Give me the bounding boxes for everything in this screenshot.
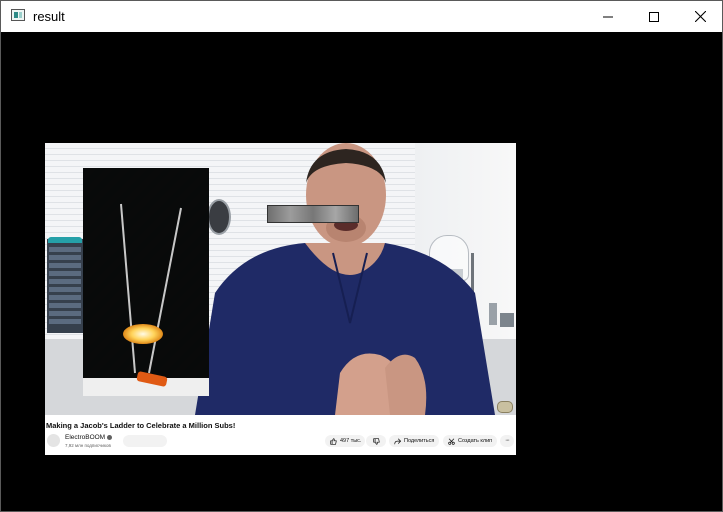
- like-button[interactable]: 497 тыс.: [325, 435, 365, 447]
- video-title: Making a Jacob's Ladder to Celebrate a M…: [46, 421, 236, 430]
- app-icon: [11, 9, 25, 21]
- channel-avatar[interactable]: [47, 434, 60, 447]
- thumbs-up-icon: [330, 437, 337, 445]
- subscribe-button[interactable]: Подписаться: [123, 435, 167, 447]
- more-actions-button[interactable]: ···: [500, 435, 514, 447]
- clip-label: Создать клип: [458, 438, 493, 444]
- window-title: result: [33, 9, 65, 24]
- share-button[interactable]: Поделиться: [389, 435, 439, 447]
- share-icon: [394, 437, 401, 444]
- channel-name[interactable]: ElectroBOOM: [65, 434, 113, 441]
- thumbs-down-icon: [372, 437, 380, 445]
- app-window: result Making a Jacob's Ladder to Celebr…: [0, 0, 723, 512]
- channel-name-text[interactable]: ElectroBOOM: [65, 434, 105, 441]
- minimize-button[interactable]: [585, 1, 631, 32]
- face-blur-bar: [267, 205, 359, 223]
- screenshot-frame: Making a Jacob's Ladder to Celebrate a M…: [45, 143, 516, 455]
- ladder-electrodes: [120, 203, 182, 374]
- dislike-button[interactable]: [366, 435, 386, 447]
- cabinet-top: [48, 237, 82, 243]
- minimize-icon: [603, 16, 613, 17]
- maximize-button[interactable]: [631, 1, 677, 32]
- maximize-icon: [649, 11, 659, 22]
- like-count: 497 тыс.: [340, 438, 362, 444]
- presenter: [195, 143, 495, 415]
- scissors-icon: [448, 437, 455, 445]
- channel-watermark: [497, 401, 513, 413]
- electric-arc: [123, 324, 163, 344]
- subscriber-count: 7,92 млн подписчиков: [65, 443, 111, 448]
- close-button[interactable]: [677, 1, 723, 32]
- title-bar[interactable]: result: [1, 1, 722, 32]
- share-label: Поделиться: [404, 438, 435, 444]
- create-clip-button[interactable]: Создать клип: [443, 435, 497, 447]
- video-player[interactable]: [45, 143, 516, 415]
- cabinet-drawers: [49, 247, 81, 327]
- inset-jacobs-ladder: [83, 168, 209, 396]
- close-icon: [694, 11, 706, 22]
- verified-icon: [107, 434, 113, 440]
